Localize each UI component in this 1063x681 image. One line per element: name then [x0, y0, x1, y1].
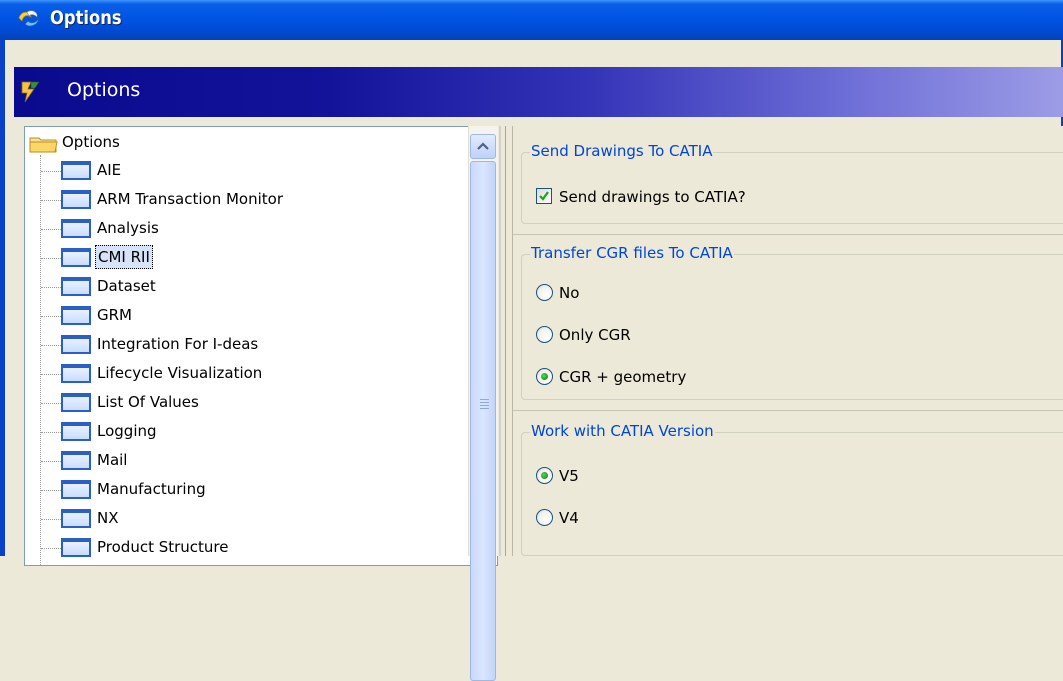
tree-item-label: ARM Transaction Monitor: [97, 190, 283, 208]
radio-label: Only CGR: [559, 326, 631, 344]
tree-item-label: AIE: [97, 161, 122, 179]
window-node-icon: [61, 190, 91, 209]
tree-item-arm-transaction-monitor[interactable]: ARM Transaction Monitor: [41, 186, 461, 214]
window-node-icon: [61, 248, 91, 267]
tree-item-integration-for-ideas[interactable]: Integration For I-deas: [41, 331, 461, 359]
window-node-icon: [61, 306, 91, 325]
window-node-icon: [61, 451, 91, 470]
window-node-icon: [61, 480, 91, 499]
tree-item-list-of-values[interactable]: List Of Values: [41, 389, 461, 417]
tree-item-manufacturing[interactable]: Manufacturing: [41, 476, 461, 504]
window-node-icon: [61, 277, 91, 296]
send-drawings-group: Send Drawings To CATIA Send drawings to …: [521, 142, 1063, 224]
tree-root-label: Options: [62, 133, 120, 151]
window-node-icon: [61, 335, 91, 354]
tree-item-grm[interactable]: GRM: [41, 302, 461, 330]
tree-item-label: Mail: [97, 451, 128, 469]
tree-item-label: GRM: [97, 306, 132, 324]
tree-item-label: List Of Values: [97, 393, 199, 411]
tree-item-mail[interactable]: Mail: [41, 447, 461, 475]
window-node-icon: [61, 538, 91, 557]
tree-item-label: Integration For I-deas: [97, 335, 259, 353]
radio-label: V5: [559, 467, 579, 485]
grip-icon: [480, 399, 489, 411]
tree-item-label: Logging: [97, 422, 157, 440]
tree-item-label: Dataset: [97, 277, 156, 295]
window-frame-left: [0, 40, 5, 556]
radio-button[interactable]: [536, 284, 553, 301]
tree-item-analysis[interactable]: Analysis: [41, 215, 461, 243]
scroll-thumb[interactable]: [470, 161, 496, 681]
tree-item-label: Product Structure: [97, 538, 229, 556]
tree-scrollbar[interactable]: [468, 126, 498, 681]
radio-button[interactable]: [536, 368, 553, 385]
window-title: Options: [50, 7, 122, 29]
radio-label: V4: [559, 509, 579, 527]
transfer-cgr-group: Transfer CGR files To CATIA No Only CGR …: [521, 244, 1063, 400]
tree-item-logging[interactable]: Logging: [41, 418, 461, 446]
window-node-icon: [61, 364, 91, 383]
tree-item-label: Manufacturing: [97, 480, 206, 498]
tree-item-label: Lifecycle Visualization: [97, 364, 263, 382]
folder-icon: [29, 137, 58, 153]
tree-item-lifecycle-visualization[interactable]: Lifecycle Visualization: [41, 360, 461, 388]
checkmark-icon: [539, 191, 549, 201]
window-node-icon: [61, 509, 91, 528]
options-banner: Options: [14, 67, 1063, 117]
options-banner-icon: [21, 81, 40, 103]
transfer-cgr-legend: Transfer CGR files To CATIA: [530, 244, 734, 262]
window-node-icon: [61, 219, 91, 238]
radio-button[interactable]: [536, 326, 553, 343]
banner-title: Options: [67, 79, 141, 101]
send-drawings-legend: Send Drawings To CATIA: [530, 142, 714, 160]
send-drawings-label: Send drawings to CATIA?: [559, 188, 746, 206]
tree-item-aie[interactable]: AIE: [41, 157, 461, 185]
tree-item-product-structure[interactable]: Product Structure: [41, 534, 461, 562]
panel-separator: [512, 126, 513, 556]
radio-button[interactable]: [536, 509, 553, 526]
window-node-icon: [61, 393, 91, 412]
tree-item-cmi-rii[interactable]: CMI RII: [41, 244, 461, 272]
send-drawings-checkbox[interactable]: [536, 188, 552, 204]
radio-label: No: [559, 284, 580, 302]
catia-version-legend: Work with CATIA Version: [530, 422, 715, 440]
window-node-icon: [61, 422, 91, 441]
radio-label: CGR + geometry: [559, 368, 687, 386]
options-tree[interactable]: Options AIE ARM Transaction Monitor Anal…: [24, 126, 498, 566]
tree-item-label: CMI RII: [95, 245, 153, 269]
pane-splitter[interactable]: [499, 126, 501, 556]
radio-selected-dot: [541, 472, 548, 479]
radio-button[interactable]: [536, 467, 553, 484]
radio-selected-dot: [541, 373, 548, 380]
scroll-up-button[interactable]: [470, 134, 496, 159]
window-title-bar[interactable]: Options: [0, 0, 1063, 40]
catia-version-group: Work with CATIA Version V5 V4: [521, 422, 1063, 556]
chevron-up-icon: [477, 142, 489, 150]
window-node-icon: [61, 161, 91, 180]
tree-item-dataset[interactable]: Dataset: [41, 273, 461, 301]
tree-item-label: Analysis: [97, 219, 159, 237]
app-icon: [18, 10, 40, 27]
tree-item-nx[interactable]: NX: [41, 505, 461, 533]
tree-item-label: NX: [97, 509, 119, 527]
